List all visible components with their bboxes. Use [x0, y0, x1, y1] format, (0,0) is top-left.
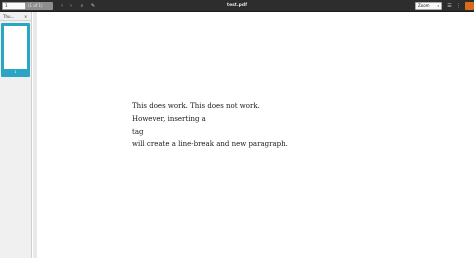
page-count-label: (1 of 1) [26, 2, 53, 10]
viewer-edge-shadow [33, 12, 37, 258]
thumbnail-preview [4, 26, 27, 69]
thumbnail-page-1[interactable]: 1 [1, 23, 30, 77]
thumbnail-sidebar: Thu... × 1 [0, 12, 32, 258]
more-options-icon[interactable]: ⋮ [455, 2, 462, 10]
close-icon[interactable]: × [24, 13, 27, 20]
document-line: will create a line-break and new paragra… [132, 140, 288, 148]
document-viewer[interactable] [33, 12, 474, 258]
zoom-value: Zoom [418, 3, 430, 8]
tab-thumbnails[interactable]: Thu... [3, 13, 14, 20]
chevron-down-icon: ▾ [437, 4, 439, 8]
document-line: This does work. This does not work. [132, 102, 260, 110]
page-number-input[interactable]: 1 [2, 2, 26, 10]
document-title: test.pdf [226, 3, 248, 8]
next-page-button[interactable]: › [67, 2, 75, 10]
menu-icon[interactable]: ☰ [446, 2, 453, 10]
sidebar-tab-bar: Thu... × [0, 12, 32, 21]
search-icon[interactable]: ⌕ [78, 2, 86, 10]
document-line: However, inserting a [132, 115, 206, 123]
zoom-select[interactable]: Zoom ▾ [415, 2, 442, 10]
document-line: tag [132, 128, 144, 136]
annotate-pencil-icon[interactable]: ✎ [89, 2, 97, 10]
prev-page-button[interactable]: ‹ [58, 2, 66, 10]
header-bar: 1 (1 of 1) ‹ › ⌕ ✎ test.pdf Zoom ▾ ☰ ⋮ [0, 0, 474, 12]
thumbnail-page-number: 1 [14, 70, 17, 74]
sidebar-toggle-button[interactable] [465, 2, 474, 10]
